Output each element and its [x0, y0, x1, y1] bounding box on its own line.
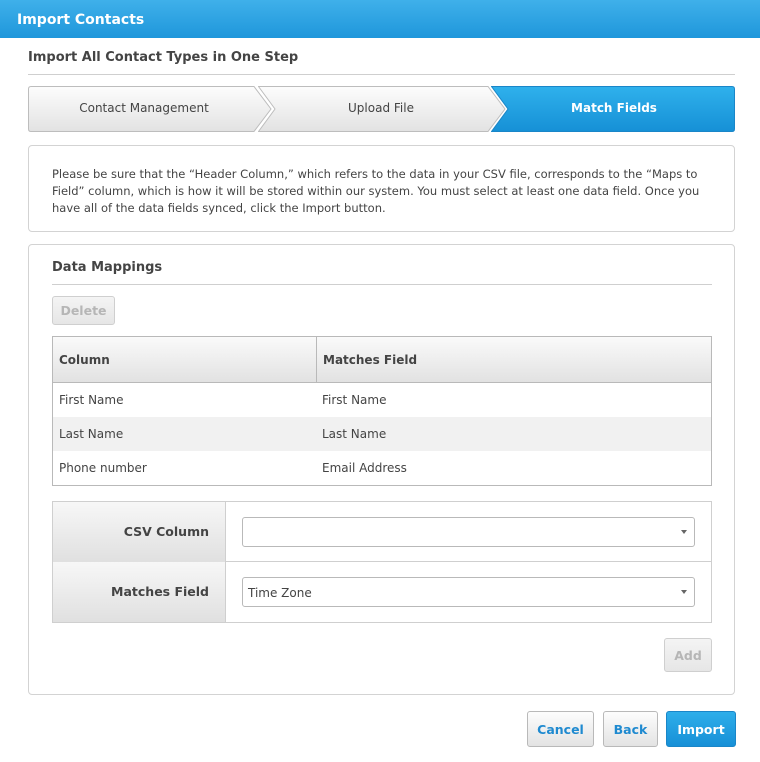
- cancel-button[interactable]: Cancel: [527, 711, 594, 747]
- csv-column-select[interactable]: [242, 517, 695, 547]
- table-header: Column Matches Field: [53, 337, 711, 383]
- add-button[interactable]: Add: [664, 638, 712, 672]
- csv-column-label: CSV Column: [53, 502, 226, 562]
- chevron-down-icon: [681, 530, 687, 534]
- divider: [28, 74, 735, 75]
- table-cell: Last Name: [59, 427, 124, 441]
- matches-field-row: Matches Field Time Zone: [53, 562, 711, 622]
- step-upload-file[interactable]: Upload File: [258, 86, 506, 132]
- matches-field-label: Matches Field: [53, 562, 226, 622]
- table-row[interactable]: Phone number Email Address: [53, 451, 711, 485]
- instructions-text: Please be sure that the “Header Column,”…: [52, 167, 700, 215]
- mappings-table: Column Matches Field First Name First Na…: [52, 336, 712, 486]
- table-cell: Email Address: [322, 461, 407, 475]
- table-row[interactable]: First Name First Name: [53, 383, 711, 417]
- table-row[interactable]: Last Name Last Name: [53, 417, 711, 451]
- delete-button[interactable]: Delete: [52, 296, 115, 325]
- data-mappings-panel: Data Mappings Delete Column Matches Fiel…: [28, 244, 735, 695]
- csv-column-row: CSV Column: [53, 502, 711, 562]
- import-button[interactable]: Import: [666, 711, 736, 747]
- step-label: Match Fields: [571, 101, 657, 115]
- divider: [52, 284, 712, 285]
- step-label: Contact Management: [79, 101, 209, 115]
- dialog-title: Import Contacts: [0, 0, 760, 38]
- step-contact-management[interactable]: Contact Management: [28, 86, 272, 132]
- select-value: Time Zone: [248, 586, 312, 600]
- page-subtitle: Import All Contact Types in One Step: [28, 50, 299, 65]
- mapping-form: CSV Column Matches Field Time Zone: [52, 501, 712, 623]
- table-cell: First Name: [322, 393, 387, 407]
- wizard-steps: Contact Management Upload File Match Fie…: [28, 86, 735, 132]
- step-match-fields[interactable]: Match Fields: [491, 86, 735, 132]
- chevron-down-icon: [681, 590, 687, 594]
- step-label: Upload File: [348, 101, 414, 115]
- matches-field-select[interactable]: Time Zone: [242, 577, 695, 607]
- table-cell: Phone number: [59, 461, 147, 475]
- table-cell: Last Name: [322, 427, 387, 441]
- back-button[interactable]: Back: [603, 711, 658, 747]
- section-title: Data Mappings: [52, 260, 163, 275]
- table-cell: First Name: [59, 393, 124, 407]
- column-header[interactable]: Matches Field: [317, 337, 417, 382]
- column-header[interactable]: Column: [53, 337, 317, 382]
- instructions-panel: Please be sure that the “Header Column,”…: [28, 145, 735, 232]
